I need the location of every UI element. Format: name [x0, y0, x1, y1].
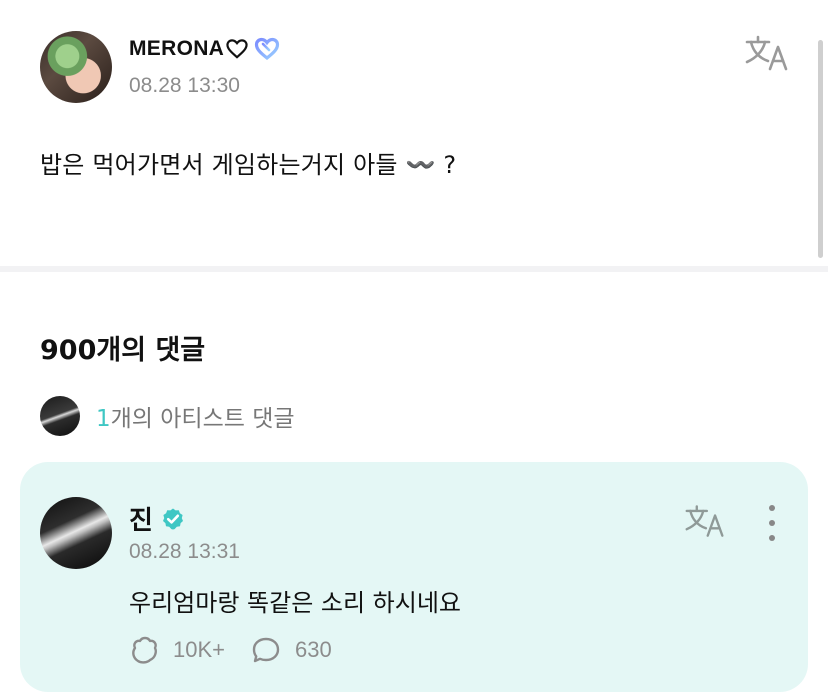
- more-dot: [769, 505, 775, 511]
- artist-avatar[interactable]: [40, 497, 112, 569]
- comment-translate-icon[interactable]: [684, 503, 726, 539]
- more-dot: [769, 535, 775, 541]
- post: MERONA 08.28 13:30 밥은 먹어가면서 게임하는거지 아들 〰️…: [0, 0, 828, 266]
- artist-name[interactable]: 진: [129, 500, 185, 537]
- comment-timestamp: 08.28 13:31: [129, 540, 240, 563]
- translate-icon[interactable]: [744, 34, 790, 72]
- artist-comments-label: 1개의 아티스트 댓글: [96, 399, 295, 433]
- scrollbar[interactable]: [818, 40, 823, 258]
- post-author-label: MERONA: [129, 37, 225, 60]
- like-count: 10K+: [173, 637, 225, 662]
- post-timestamp: 08.28 13:30: [129, 74, 240, 97]
- verified-badge-icon: [162, 508, 183, 529]
- artist-comment-count: 1: [96, 406, 111, 432]
- more-dot: [769, 520, 775, 526]
- heart-outline-icon: [226, 39, 248, 59]
- membership-heart-badge-icon: [255, 37, 280, 61]
- post-body-text: 밥은 먹어가면서 게임하는거지 아들 〰️ ?: [40, 151, 457, 179]
- reply-count: 630: [295, 637, 332, 662]
- post-author-name[interactable]: MERONA: [129, 37, 280, 61]
- post-author-avatar[interactable]: [40, 31, 112, 103]
- section-divider: [0, 266, 828, 272]
- comment-body-text: 우리엄마랑 똑같은 소리 하시네요: [129, 589, 462, 617]
- artist-name-label: 진: [129, 506, 153, 536]
- artist-comment-label-text: 개의 아티스트 댓글: [110, 406, 295, 432]
- artist-avatar-small: [40, 396, 80, 436]
- comment-count-heading: 900개의 댓글: [40, 335, 206, 366]
- more-options-icon[interactable]: [762, 505, 782, 541]
- artist-comments-filter[interactable]: 1개의 아티스트 댓글: [40, 396, 295, 436]
